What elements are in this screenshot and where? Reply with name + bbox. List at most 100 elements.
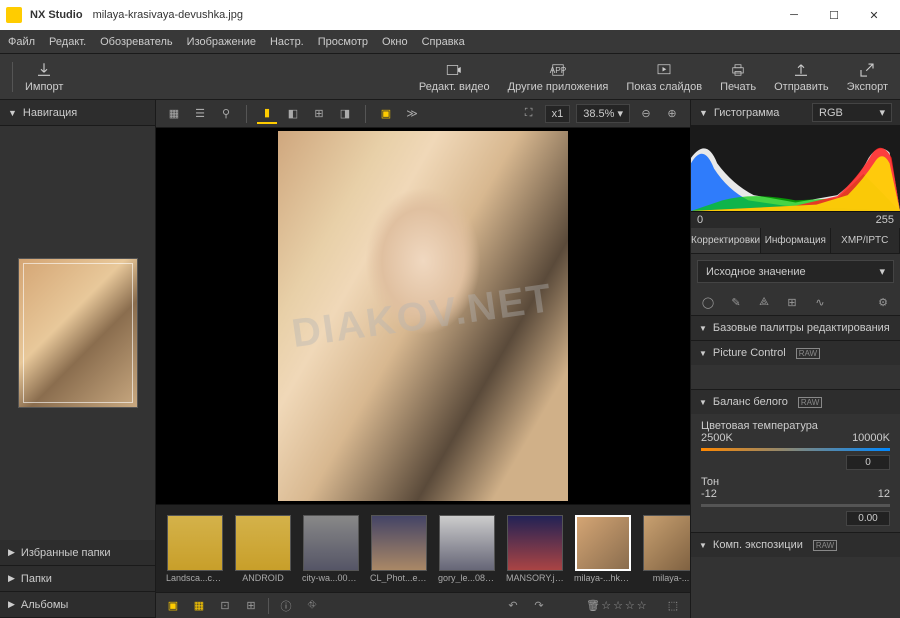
tag-icon[interactable]: ⬚	[664, 597, 682, 615]
menu-image[interactable]: Изображение	[187, 36, 256, 48]
gear-icon[interactable]: ⚙	[874, 293, 892, 311]
image-canvas[interactable]: DIAKOV.NET	[156, 128, 690, 504]
grid-view-icon[interactable]: ▦	[164, 104, 184, 124]
white-balance-header[interactable]: ▼Баланс белогоRAW	[691, 390, 900, 414]
expand-icon: ▶	[8, 547, 15, 558]
maximize-button[interactable]: ☐	[814, 0, 854, 30]
collapse-icon: ▼	[699, 398, 707, 407]
tone-slider[interactable]	[701, 504, 890, 507]
tab-information[interactable]: Информация	[761, 228, 830, 253]
collapse-icon: ▼	[699, 324, 707, 333]
color-temp-value[interactable]: 0	[846, 455, 890, 470]
fit-icon[interactable]: ⛶	[519, 104, 539, 124]
layers-icon[interactable]: ▣	[164, 597, 182, 615]
zoom-prefix: x1	[545, 105, 571, 123]
filmstrip-item[interactable]: CL_Phot...eb.jpg	[368, 515, 430, 583]
color-temp-slider[interactable]	[701, 448, 890, 451]
close-button[interactable]: ✕	[854, 0, 894, 30]
lasso-icon[interactable]: ◯	[699, 293, 717, 311]
albums-header[interactable]: ▶Альбомы	[0, 592, 155, 618]
other-apps-button[interactable]: APPДругие приложения	[508, 61, 609, 93]
sort-icon[interactable]: ⊡	[216, 597, 234, 615]
menu-view[interactable]: Просмотр	[318, 36, 368, 48]
single-view-icon[interactable]: ▮	[257, 104, 277, 124]
histogram-icon[interactable]: ⛗	[303, 597, 321, 615]
compare2-icon[interactable]: ◧	[283, 104, 303, 124]
tab-xmp-iptc[interactable]: XMP/IPTC	[831, 228, 900, 253]
thumb-icon	[643, 515, 690, 571]
folder-icon	[167, 515, 223, 571]
collapse-icon: ▼	[699, 108, 708, 118]
menu-window[interactable]: Окно	[382, 36, 408, 48]
tone-value[interactable]: 0.00	[846, 511, 890, 526]
menubar: Файл Редакт. Обозреватель Изображение На…	[0, 30, 900, 54]
compare4-icon[interactable]: ⊞	[309, 104, 329, 124]
zoom-value[interactable]: 38.5% ▾	[576, 104, 630, 123]
slideshow-button[interactable]: Показ слайдов	[626, 61, 702, 93]
crop-icon[interactable]: ⟁	[755, 293, 773, 311]
filmstrip-item[interactable]: milaya-...hka.jpg	[572, 515, 634, 583]
folders-header[interactable]: ▶Папки	[0, 566, 155, 592]
picture-control-header[interactable]: ▼Picture ControlRAW	[691, 341, 900, 365]
tab-adjustments[interactable]: Корректировки	[691, 228, 761, 253]
preset-dropdown[interactable]: Исходное значение▾	[697, 260, 894, 283]
undo-icon[interactable]: ↶	[504, 597, 522, 615]
navigation-header[interactable]: ▼Навигация	[0, 100, 155, 126]
menu-settings[interactable]: Настр.	[270, 36, 304, 48]
straighten-icon[interactable]: ⊞	[783, 293, 801, 311]
thumb-icon	[371, 515, 427, 571]
titlebar: NX Studio milaya-krasivaya-devushka.jpg …	[0, 0, 900, 30]
thumb-icon	[507, 515, 563, 571]
minimize-button[interactable]: ─	[774, 0, 814, 30]
grid-icon[interactable]: ⊞	[242, 597, 260, 615]
list-view-icon[interactable]: ☰	[190, 104, 210, 124]
before-after-icon[interactable]: ◨	[335, 104, 355, 124]
filmstrip-item[interactable]: gory_le...080.jpg	[436, 515, 498, 583]
import-label: Импорт	[25, 81, 63, 93]
chevron-down-icon: ▾	[879, 265, 885, 278]
filmstrip-item[interactable]: city-wa...006.jpg	[300, 515, 362, 583]
app-name: NX Studio	[30, 9, 83, 21]
navigator-thumbnail[interactable]	[18, 258, 138, 408]
edit-video-button[interactable]: Редакт. видео	[419, 61, 490, 93]
raw-badge: RAW	[813, 540, 837, 551]
app-icon: APP	[548, 61, 568, 79]
zoom-in-icon[interactable]: ⊕	[662, 104, 682, 124]
play-icon	[654, 61, 674, 79]
exposure-comp-header[interactable]: ▼Комп. экспозицииRAW	[691, 533, 900, 557]
menu-edit[interactable]: Редакт.	[49, 36, 86, 48]
collapse-icon: ▼	[8, 108, 17, 118]
filmstrip-item[interactable]: MANSORY.jpg	[504, 515, 566, 583]
favorites-header[interactable]: ▶Избранные папки	[0, 540, 155, 566]
histogram-header[interactable]: ▼ Гистограмма RGB▾	[691, 100, 900, 126]
filmstrip-item[interactable]: ANDROID	[232, 515, 294, 583]
menu-file[interactable]: Файл	[8, 36, 35, 48]
upload-icon	[791, 61, 811, 79]
export-button[interactable]: Экспорт	[847, 61, 888, 93]
print-button[interactable]: Печать	[720, 61, 756, 93]
filmstrip-item[interactable]: Landsca...ck 125)	[164, 515, 226, 583]
svg-text:APP: APP	[550, 66, 567, 75]
zoom-out-icon[interactable]: ⊖	[636, 104, 656, 124]
map-view-icon[interactable]: ⚲	[216, 104, 236, 124]
menu-help[interactable]: Справка	[422, 36, 465, 48]
filmstrip-item[interactable]: milaya-...	[640, 515, 690, 583]
redo-icon[interactable]: ↷	[530, 597, 548, 615]
menu-browser[interactable]: Обозреватель	[100, 36, 173, 48]
import-button[interactable]: Импорт	[25, 61, 63, 93]
folder-icon	[235, 515, 291, 571]
eyedropper-icon[interactable]: ✎	[727, 293, 745, 311]
base-palettes-header[interactable]: ▼Базовые палитры редактирования	[691, 316, 900, 340]
curve-icon[interactable]: ∿	[811, 293, 829, 311]
stack-icon[interactable]: ▦	[190, 597, 208, 615]
histogram-mode-select[interactable]: RGB▾	[812, 103, 892, 122]
color-temp-label: Цветовая температура	[701, 420, 890, 432]
more-icon[interactable]: ≫	[402, 104, 422, 124]
send-button[interactable]: Отправить	[774, 61, 829, 93]
highlight-icon[interactable]: ▣	[376, 104, 396, 124]
raw-badge: RAW	[796, 348, 820, 359]
star-rating[interactable]: ☆☆☆☆☆	[610, 597, 628, 615]
info-icon[interactable]: ⓘ	[277, 597, 295, 615]
app-logo-icon	[6, 7, 22, 23]
bottom-toolbar: ▣ ▦ ⊡ ⊞ ⓘ ⛗ ↶ ↷ 🗑 ☆☆☆☆☆ ⬚	[156, 592, 690, 618]
